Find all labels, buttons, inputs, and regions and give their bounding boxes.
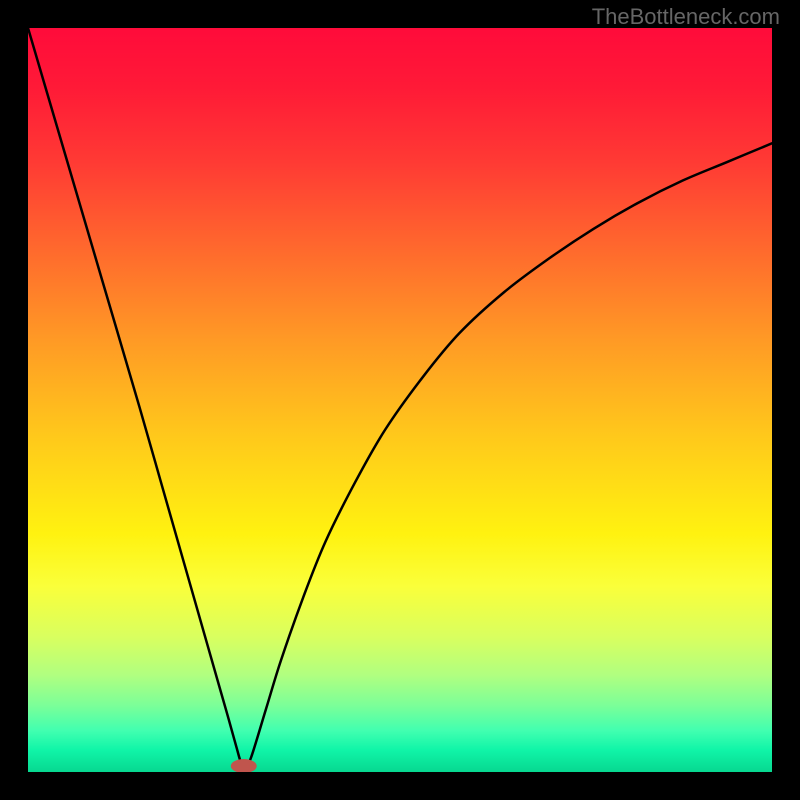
- min-marker-icon: [231, 759, 257, 772]
- watermark-text: TheBottleneck.com: [592, 4, 780, 30]
- chart-frame: [28, 28, 772, 772]
- chart-svg: [28, 28, 772, 772]
- bottleneck-curve: [28, 28, 772, 766]
